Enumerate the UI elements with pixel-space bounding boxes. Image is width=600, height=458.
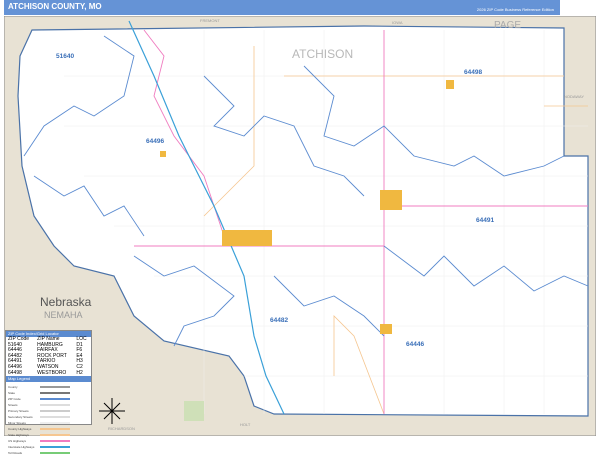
edition-label: 2026 ZIP Code Business Reference Edition	[476, 7, 554, 12]
zip-label: 64482	[270, 317, 288, 324]
zip-label: 64446	[406, 341, 424, 348]
park-area	[184, 401, 204, 421]
legend-swatch	[40, 404, 70, 407]
legend-key: Toll Roads	[8, 450, 89, 456]
legend-swatch	[40, 428, 70, 431]
zip-label: 64491	[476, 217, 494, 224]
legend-swatch	[40, 410, 70, 413]
county-map[interactable]: 51640 64498 64496 64491 64482 64446 ATCH…	[4, 16, 596, 436]
neighbor-label: RICHARDSON	[108, 426, 135, 431]
zip-label: 64496	[146, 138, 164, 145]
legend-swatch	[40, 392, 70, 395]
neighbor-label: NODAWAY	[564, 94, 584, 99]
legend-swatch	[40, 452, 70, 455]
city-fairfax	[380, 324, 392, 334]
neighbor-label: IOWA	[392, 20, 403, 25]
city-rock-port	[222, 230, 272, 246]
city-watson	[160, 151, 166, 157]
city-tarkio	[380, 190, 402, 210]
zip-label: 64498	[464, 69, 482, 76]
neighbor-label: FREMONT	[200, 18, 220, 23]
map-title: ATCHISON COUNTY, MO	[8, 2, 102, 11]
title-bar: ATCHISON COUNTY, MO 2026 ZIP Code Busine…	[4, 0, 560, 15]
city-westboro	[446, 80, 454, 89]
legend-panel: ZIP Code Index/Grid Locator ZIP Code ZIP …	[5, 330, 92, 455]
legend-swatch	[40, 386, 70, 389]
publisher-logo	[562, 0, 598, 15]
legend-swatch	[40, 440, 70, 443]
legend-swatch	[40, 416, 70, 419]
map-legend-keys: County State ZIP Code Streets Primary Street…	[6, 382, 91, 458]
neighbor-label: HOLT	[240, 422, 251, 427]
zip-index-table: ZIP Code ZIP Name LOC 51640 HAMBURG D1 64446…	[6, 336, 91, 376]
legend-swatch	[40, 422, 70, 425]
zip-label: 51640	[56, 53, 74, 60]
legend-swatch	[40, 398, 70, 401]
legend-swatch	[40, 446, 70, 449]
neighbor-label: NEMAHA	[44, 310, 83, 320]
neighbor-label: PAGE	[494, 20, 521, 31]
county-label: ATCHISON	[292, 47, 353, 61]
state-label: Nebraska	[40, 295, 92, 309]
